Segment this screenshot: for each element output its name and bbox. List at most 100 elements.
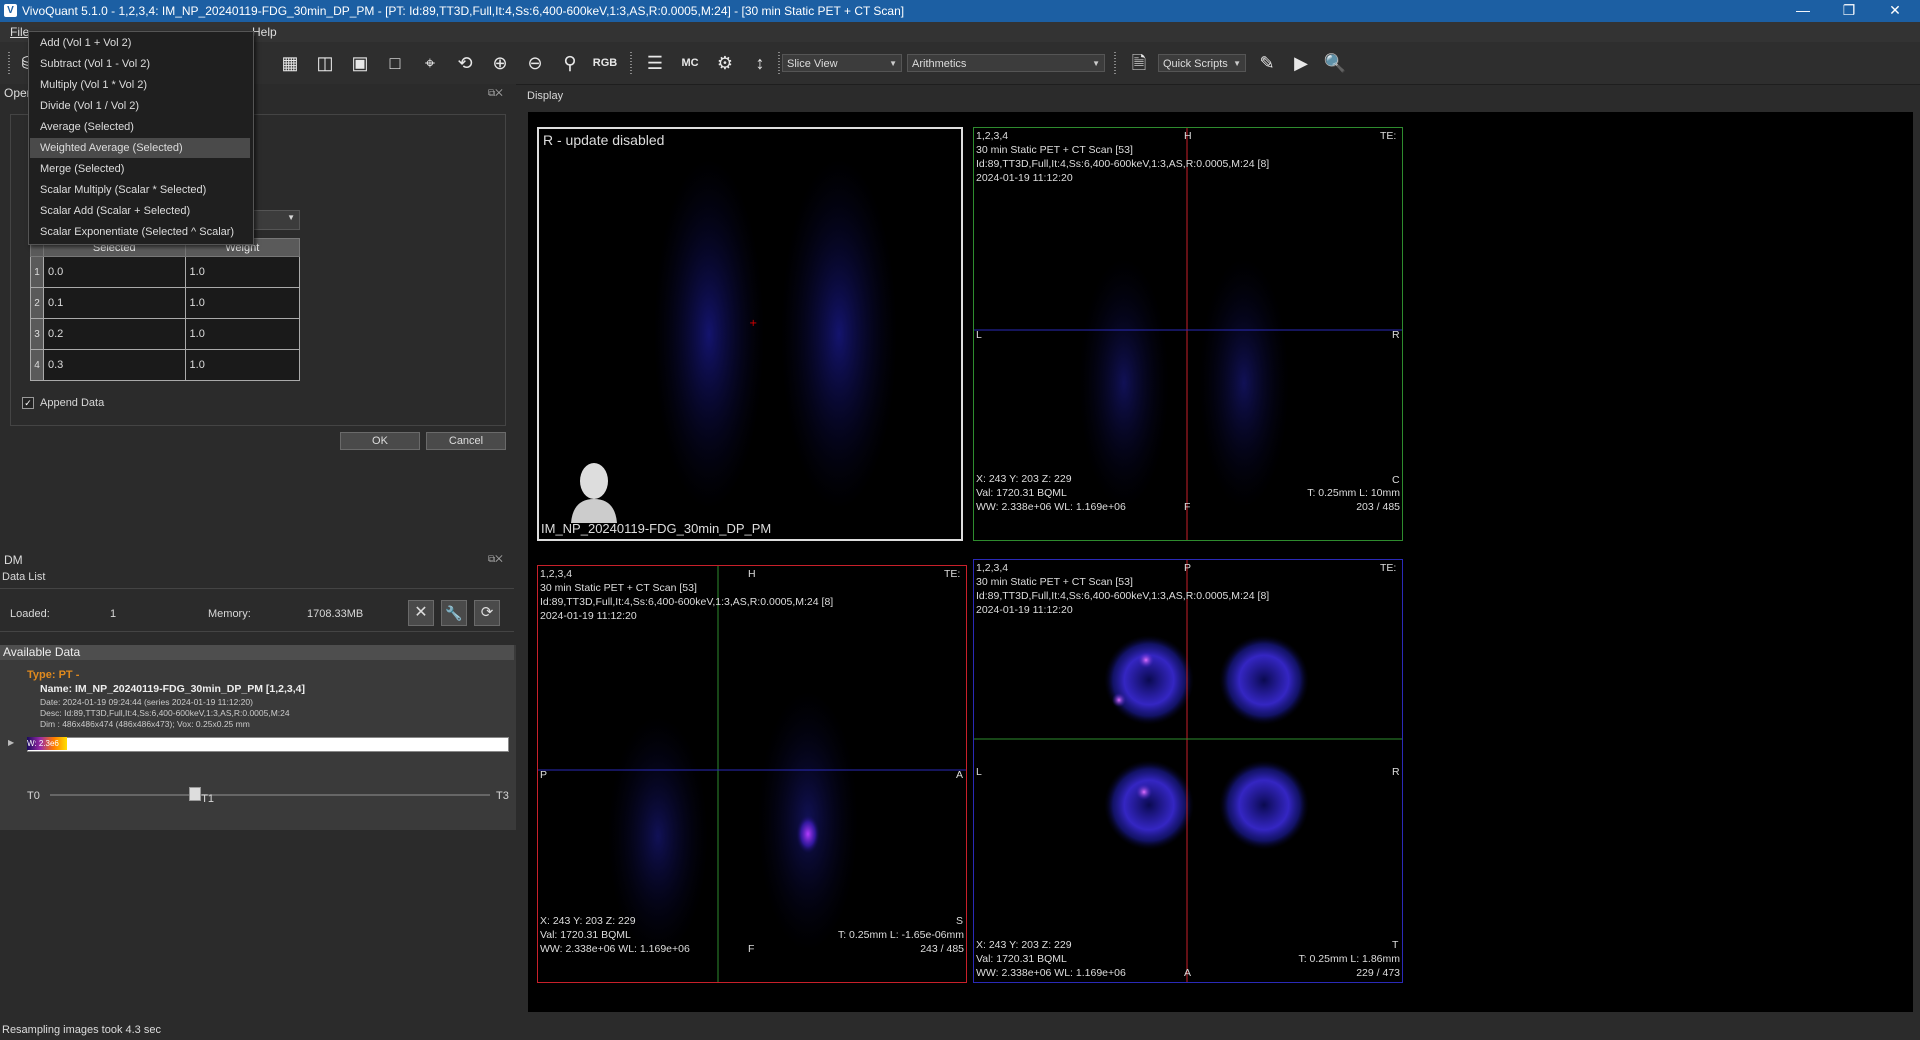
volume-select[interactable]: ▼ — [250, 210, 300, 230]
columns-layout-icon[interactable]: ◫ — [312, 50, 338, 76]
chevron-down-icon: ▼ — [889, 59, 897, 68]
weight-cell[interactable]: 1.0 — [184, 349, 301, 381]
render-crosshair-icon: + — [749, 318, 757, 329]
wrench-icon[interactable]: 🔧 — [441, 600, 467, 626]
panel-undock-icon[interactable]: ⧉✕ — [488, 554, 503, 565]
menu-bar: File Help — [0, 22, 1920, 42]
transverse-pet-image — [974, 560, 1402, 982]
coronal-datetime: 2024-01-19 11:12:20 — [976, 172, 1073, 184]
coronal-xyz: X: 243 Y: 203 Z: 229 — [976, 473, 1072, 485]
close-data-icon[interactable]: ✕ — [408, 600, 434, 626]
coronal-bottom-label: F — [1184, 501, 1191, 513]
grid-layout-icon[interactable]: ▦ — [277, 50, 303, 76]
selected-cell[interactable]: 0.3 — [43, 349, 186, 381]
timeline-slider-thumb[interactable] — [189, 787, 202, 801]
mosaic-layout-icon[interactable]: ▣ — [347, 50, 373, 76]
arithmetics-select[interactable]: Arithmetics ▼ — [907, 54, 1105, 72]
sagittal-ww: WW: 2.338e+06 WL: 1.169e+06 — [540, 943, 690, 955]
crosshair-icon[interactable]: ⌖ — [417, 50, 443, 76]
weight-cell[interactable]: 1.0 — [184, 318, 301, 350]
mc-icon[interactable]: MC — [677, 50, 703, 76]
weight-cell[interactable]: 1.0 — [184, 287, 301, 319]
restore-icon[interactable]: ❐ — [1826, 0, 1872, 22]
colorbar-track — [27, 737, 509, 752]
selected-cell[interactable]: 0.0 — [43, 256, 186, 288]
timeline-track[interactable] — [50, 787, 490, 801]
status-bar: Resampling images took 4.3 sec — [0, 1020, 1920, 1040]
transverse-right-label: R — [1392, 766, 1400, 778]
weight-cell[interactable]: 1.0 — [184, 256, 301, 288]
reset-view-icon[interactable]: ⟲ — [452, 50, 478, 76]
row-number: 3 — [30, 318, 44, 350]
menu-item-multiply[interactable]: Multiply (Vol 1 * Vol 2) — [30, 75, 250, 95]
adjust-sliders-icon[interactable]: ☰ — [642, 50, 668, 76]
selected-cell[interactable]: 0.1 — [43, 287, 186, 319]
table-row: 3 0.2 1.0 — [30, 318, 301, 350]
cancel-button[interactable]: Cancel — [426, 432, 506, 450]
menu-item-scalar-multiply[interactable]: Scalar Multiply (Scalar * Selected) — [30, 180, 250, 200]
inspect-document-icon[interactable]: 🔍 — [1322, 50, 1348, 76]
transverse-xyz: X: 243 Y: 203 Z: 229 — [976, 939, 1072, 951]
transverse-left-label: L — [976, 766, 982, 778]
sagittal-top-label: H — [748, 568, 756, 580]
refresh-icon[interactable]: ⟳ — [474, 600, 500, 626]
zoom-in-icon[interactable]: ⊕ — [487, 50, 513, 76]
sagittal-view[interactable]: 1,2,3,4 30 min Static PET + CT Scan [53]… — [537, 565, 967, 983]
render-view-header: R - update disabled — [543, 132, 665, 148]
coronal-params: Id:89,TT3D,Full,It:4,Ss:6,400-600keV,1:3… — [976, 158, 1270, 170]
transverse-slice: 229 / 473 — [1356, 967, 1400, 979]
coronal-view[interactable]: 1,2,3,4 30 min Static PET + CT Scan [53]… — [973, 127, 1403, 541]
specimen-right — [781, 159, 897, 509]
menu-item-divide[interactable]: Divide (Vol 1 / Vol 2) — [30, 96, 250, 116]
render-view[interactable]: + R - update disabled IM_NP_20240119-FDG… — [537, 127, 963, 541]
menu-item-weighted-average[interactable]: Weighted Average (Selected) — [30, 138, 250, 158]
chevron-down-icon: ▼ — [1233, 59, 1241, 68]
sagittal-slice: 243 / 485 — [920, 943, 964, 955]
colormap-swatch[interactable]: W: 2.3e6 — [27, 737, 67, 750]
memory-label: Memory: — [208, 608, 251, 620]
menu-item-merge[interactable]: Merge (Selected) — [30, 159, 250, 179]
run-script-icon[interactable]: ▶ — [1288, 50, 1314, 76]
close-icon[interactable]: ✕ — [1872, 0, 1918, 22]
panel-undock-icon[interactable]: ⧉✕ — [488, 88, 503, 99]
data-name-label[interactable]: Name: IM_NP_20240119-FDG_30min_DP_PM [1,… — [40, 683, 305, 695]
data-desc-label: Desc: Id:89,TT3D,Full,It:4,Ss:6,400-600k… — [40, 708, 290, 718]
coronal-ww: WW: 2.338e+06 WL: 1.169e+06 — [976, 501, 1126, 513]
selected-cell[interactable]: 0.2 — [43, 318, 186, 350]
transverse-ids: 1,2,3,4 — [976, 562, 1009, 574]
minimize-icon[interactable]: — — [1780, 0, 1826, 22]
quick-scripts-select[interactable]: Quick Scripts ▼ — [1158, 54, 1246, 72]
menu-item-add[interactable]: Add (Vol 1 + Vol 2) — [30, 33, 250, 53]
window-title: VivoQuant 5.1.0 - 1,2,3,4: IM_NP_2024011… — [22, 4, 905, 18]
append-data-checkbox[interactable]: ✓ — [22, 397, 34, 409]
sagittal-scan: 30 min Static PET + CT Scan [53] — [540, 582, 697, 594]
render-view-footer: IM_NP_20240119-FDG_30min_DP_PM — [541, 521, 772, 536]
status-message: Resampling images took 4.3 sec — [2, 1024, 161, 1036]
zoom-out-icon[interactable]: ⊖ — [522, 50, 548, 76]
settings-gear-icon[interactable]: ⚙ — [712, 50, 738, 76]
table-row: 4 0.3 1.0 — [30, 349, 301, 381]
document-icon[interactable]: 🗎 — [1126, 50, 1152, 76]
toolbar-separator — [630, 52, 632, 74]
rgb-icon[interactable]: RGB — [592, 50, 618, 76]
menu-file[interactable]: File — [10, 25, 29, 39]
expand-arrow-icon[interactable]: ▶ — [8, 738, 14, 747]
slice-view-value: Slice View — [787, 58, 838, 70]
ok-button[interactable]: OK — [340, 432, 420, 450]
sagittal-bottom-label: F — [748, 943, 755, 955]
edit-pencil-icon[interactable]: ✎ — [1254, 50, 1280, 76]
single-view-icon[interactable]: □ — [382, 50, 408, 76]
data-dim-label: Dim : 486x486x474 (486x486x473); Vox: 0.… — [40, 719, 250, 729]
menu-item-scalar-exponentiate[interactable]: Scalar Exponentiate (Selected ^ Scalar) — [30, 222, 250, 242]
menu-item-average[interactable]: Average (Selected) — [30, 117, 250, 137]
slice-view-select[interactable]: Slice View ▼ — [782, 54, 902, 72]
menu-item-subtract[interactable]: Subtract (Vol 1 - Vol 2) — [30, 54, 250, 74]
transverse-te-label: TE: — [1380, 562, 1397, 574]
menu-item-scalar-add[interactable]: Scalar Add (Scalar + Selected) — [30, 201, 250, 221]
menu-help[interactable]: Help — [252, 25, 277, 39]
transverse-view[interactable]: 1,2,3,4 30 min Static PET + CT Scan [53]… — [973, 559, 1403, 983]
specimen-left — [654, 159, 764, 509]
zoom-fit-icon[interactable]: ⚲ — [557, 50, 583, 76]
loaded-label: Loaded: — [10, 608, 50, 620]
fit-height-icon[interactable]: ↕ — [747, 50, 773, 76]
